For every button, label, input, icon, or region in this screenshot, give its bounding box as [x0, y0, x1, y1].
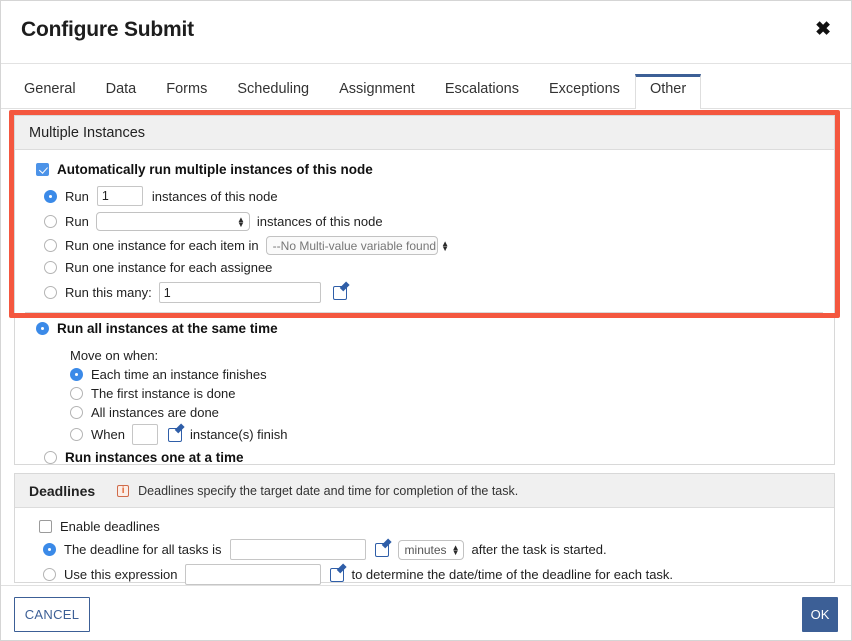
- deadline-unit-select-value: minutes: [404, 542, 447, 557]
- deadline-expression-prefix: Use this expression: [64, 567, 178, 582]
- enable-deadlines-row[interactable]: Enable deadlines: [39, 519, 160, 534]
- run-each-assignee-radio[interactable]: [44, 261, 57, 274]
- move-on-when-count-input[interactable]: [131, 424, 158, 445]
- run-count-radio[interactable]: [44, 189, 57, 203]
- deadline-all-tasks-radio[interactable]: [43, 543, 56, 556]
- run-one-at-a-time-label: Run instances one at a time: [65, 450, 244, 465]
- run-count-input[interactable]: [96, 186, 143, 206]
- run-variable-suffix: instances of this node: [256, 214, 383, 229]
- deadlines-info-text: Deadlines specify the target date and ti…: [138, 483, 519, 498]
- auto-run-label: Automatically run multiple instances of …: [57, 162, 373, 177]
- run-count-row[interactable]: Run instances of this node: [44, 186, 278, 206]
- run-count-suffix: instances of this node: [151, 188, 278, 204]
- tab-scheduling[interactable]: Scheduling: [222, 74, 324, 109]
- chevron-updown-icon: ▲ ▼: [441, 238, 449, 253]
- multi-value-variable-select-value: --No Multi-value variable found: [272, 238, 437, 253]
- move-on-when-count-row[interactable]: When instance(s) finish: [70, 424, 288, 445]
- chevron-updown-icon: ▲ ▼: [451, 542, 460, 557]
- move-on-all-done-label: All instances are done: [91, 405, 219, 420]
- tab-other[interactable]: Other: [634, 74, 702, 109]
- run-all-same-time-row[interactable]: Run all instances at the same time: [36, 321, 278, 336]
- tab-general[interactable]: General: [9, 74, 91, 109]
- close-icon[interactable]: ✖: [815, 20, 831, 39]
- configure-submit-dialog: Configure Submit ✖ General Data Forms Sc…: [0, 0, 852, 641]
- run-this-many-label: Run this many:: [65, 285, 152, 300]
- edit-pencil-icon[interactable]: [330, 567, 345, 582]
- move-on-when-count-suffix: instance(s) finish: [189, 427, 288, 442]
- cancel-button[interactable]: CANCEL: [14, 597, 90, 632]
- multiple-instances-title: Multiple Instances: [29, 124, 146, 141]
- run-each-item-label: Run one instance for each item in: [65, 238, 259, 253]
- move-on-all-done-row[interactable]: All instances are done: [70, 405, 219, 420]
- run-each-assignee-row[interactable]: Run one instance for each assignee: [44, 260, 272, 275]
- tab-forms[interactable]: Forms: [151, 74, 222, 109]
- deadline-expression-row[interactable]: Use this expression to determine the dat…: [43, 564, 673, 585]
- chevron-updown-icon: ▲ ▼: [236, 214, 245, 229]
- deadline-unit-select[interactable]: minutes ▲ ▼: [397, 539, 465, 560]
- run-variable-prefix: Run: [65, 214, 89, 229]
- tab-bar: General Data Forms Scheduling Assignment…: [1, 64, 851, 109]
- dialog-body: Multiple Instances Automatically run mul…: [1, 109, 851, 585]
- section-divider: [25, 312, 823, 313]
- run-this-many-input[interactable]: [158, 282, 321, 303]
- multiple-instances-header: Multiple Instances: [15, 116, 834, 150]
- deadlines-panel: Deadlines i Deadlines specify the target…: [14, 473, 835, 585]
- run-each-item-row[interactable]: Run one instance for each item in --No M…: [44, 236, 449, 255]
- deadline-all-tasks-suffix: after the task is started.: [471, 542, 607, 557]
- multiple-instances-panel: Multiple Instances Automatically run mul…: [14, 115, 835, 465]
- move-on-each-finish-row[interactable]: Each time an instance finishes: [70, 367, 267, 382]
- move-on-first-done-row[interactable]: The first instance is done: [70, 386, 236, 401]
- run-variable-row[interactable]: Run ▲ ▼ instances of this node: [44, 212, 383, 231]
- deadline-expression-radio[interactable]: [43, 568, 56, 581]
- run-one-at-a-time-radio[interactable]: [44, 451, 57, 464]
- deadline-expression-suffix: to determine the date/time of the deadli…: [351, 567, 674, 582]
- page-title: Configure Submit: [21, 18, 194, 41]
- move-on-all-done-radio[interactable]: [70, 406, 83, 419]
- move-on-when-label: Move on when:: [70, 348, 159, 363]
- deadlines-title: Deadlines: [29, 482, 96, 499]
- run-each-item-radio[interactable]: [44, 239, 57, 252]
- move-on-each-finish-radio[interactable]: [70, 368, 83, 381]
- deadlines-header: Deadlines i Deadlines specify the target…: [15, 474, 834, 508]
- run-one-at-a-time-row[interactable]: Run instances one at a time: [44, 450, 244, 465]
- deadline-all-tasks-prefix: The deadline for all tasks is: [64, 542, 222, 557]
- run-all-same-time-radio[interactable]: [36, 322, 49, 335]
- tab-data[interactable]: Data: [91, 74, 152, 109]
- multi-value-variable-select[interactable]: --No Multi-value variable found ▲ ▼: [265, 236, 449, 255]
- enable-deadlines-checkbox[interactable]: [39, 520, 52, 533]
- move-on-when-count-radio[interactable]: [70, 428, 83, 441]
- move-on-first-done-radio[interactable]: [70, 387, 83, 400]
- edit-pencil-icon[interactable]: [167, 427, 182, 442]
- dialog-footer: CANCEL OK: [1, 585, 851, 640]
- deadline-expression-input[interactable]: [185, 564, 322, 585]
- move-on-first-done-label: The first instance is done: [91, 386, 236, 401]
- edit-pencil-icon[interactable]: [374, 542, 389, 557]
- run-all-same-time-label: Run all instances at the same time: [57, 321, 278, 336]
- info-icon[interactable]: i: [117, 484, 130, 497]
- ok-button[interactable]: OK: [802, 597, 838, 632]
- tab-assignment[interactable]: Assignment: [324, 74, 430, 109]
- run-count-prefix: Run: [65, 188, 89, 204]
- tab-exceptions[interactable]: Exceptions: [534, 74, 635, 109]
- enable-deadlines-label: Enable deadlines: [60, 519, 160, 534]
- run-this-many-row[interactable]: Run this many:: [44, 282, 347, 303]
- deadline-all-tasks-input[interactable]: [229, 539, 366, 560]
- dialog-header: Configure Submit ✖: [1, 1, 851, 64]
- run-each-assignee-label: Run one instance for each assignee: [65, 260, 273, 275]
- move-on-when-count-prefix: When: [91, 427, 125, 442]
- deadline-all-tasks-row[interactable]: The deadline for all tasks is minutes ▲ ▼…: [43, 539, 607, 560]
- run-this-many-radio[interactable]: [44, 286, 57, 299]
- move-on-each-finish-label: Each time an instance finishes: [91, 367, 267, 382]
- edit-pencil-icon[interactable]: [332, 285, 347, 300]
- auto-run-checkbox[interactable]: [36, 163, 49, 176]
- tab-escalations[interactable]: Escalations: [430, 74, 534, 109]
- run-variable-radio[interactable]: [44, 215, 57, 228]
- auto-run-row[interactable]: Automatically run multiple instances of …: [36, 162, 373, 177]
- run-variable-select[interactable]: ▲ ▼: [95, 212, 250, 231]
